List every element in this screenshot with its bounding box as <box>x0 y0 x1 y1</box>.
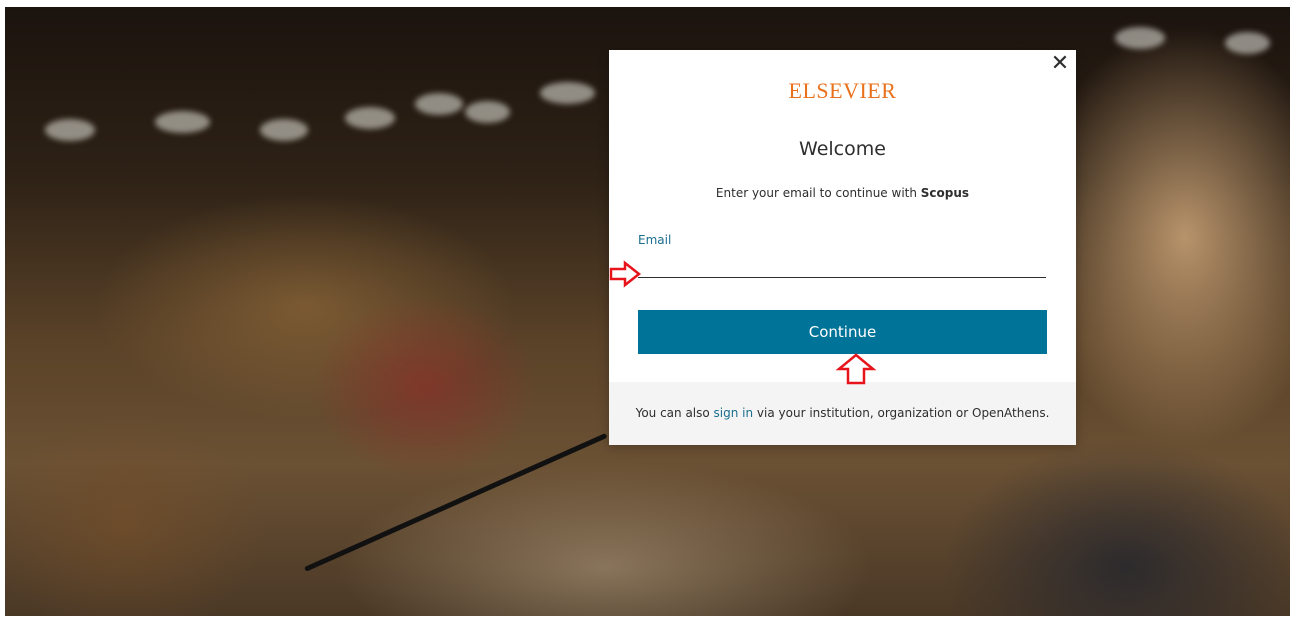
ceiling-light <box>155 111 210 133</box>
subtitle-text: Enter your email to continue with <box>715 186 921 200</box>
elsevier-logo: ELSEVIER <box>788 78 897 103</box>
footer-prefix: You can also <box>635 406 714 420</box>
footer-suffix: via your institution, organization or Op… <box>753 406 1050 420</box>
product-name: Scopus <box>920 186 970 200</box>
ceiling-light <box>345 107 395 129</box>
footer: You can also sign in via your institutio… <box>609 382 1076 445</box>
ceiling-light <box>465 101 510 123</box>
email-label: Email <box>638 233 672 247</box>
arrow-right-annotation-icon <box>609 260 642 288</box>
page-title: Welcome <box>799 138 886 160</box>
subtitle: Enter your email to continue with Scopus <box>609 186 1076 200</box>
ceiling-light <box>1225 32 1270 54</box>
ceiling-light <box>540 82 595 104</box>
ceiling-light <box>1115 27 1165 49</box>
close-icon[interactable]: ✕ <box>1048 52 1072 76</box>
microphone-arm <box>303 432 608 572</box>
arrow-up-annotation-icon <box>835 353 877 385</box>
continue-button[interactable]: Continue <box>638 310 1047 354</box>
ceiling-light <box>45 119 95 141</box>
sign-in-link[interactable]: sign in <box>714 406 754 420</box>
ceiling-light <box>260 119 308 141</box>
ceiling-light <box>415 93 463 115</box>
email-field[interactable] <box>638 253 1046 278</box>
